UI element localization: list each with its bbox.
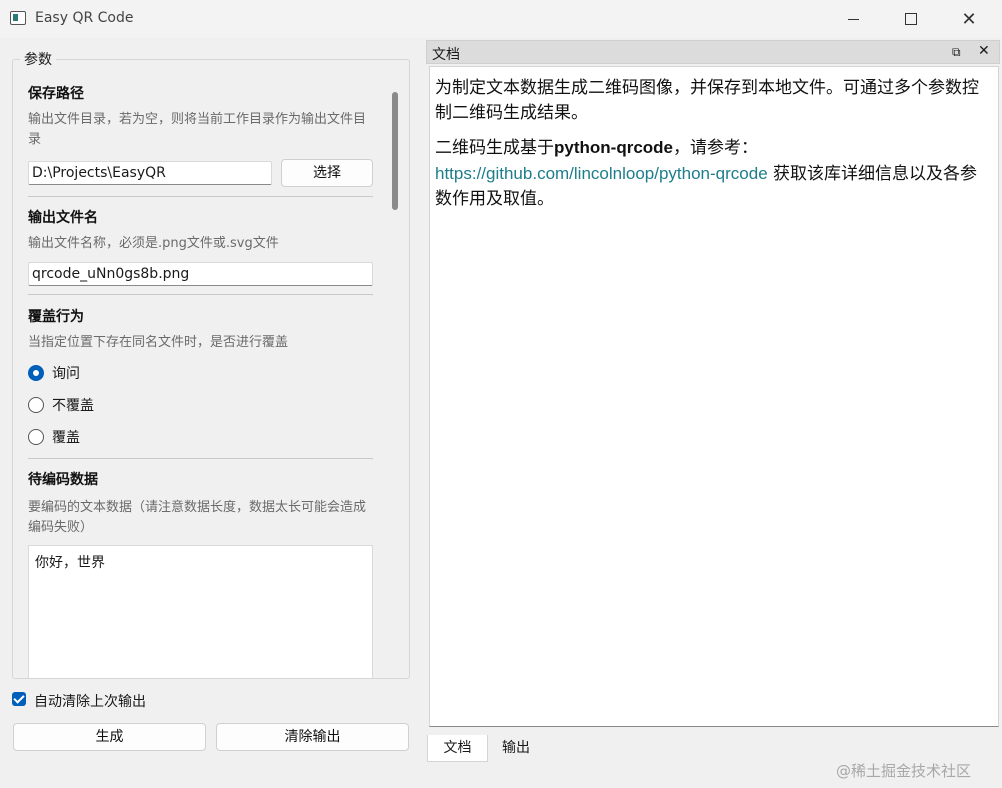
auto-clear-checkbox[interactable] [12, 692, 26, 706]
radio-checked-icon [28, 365, 44, 381]
data-textarea[interactable]: 你好，世界 [28, 545, 373, 678]
choose-path-button[interactable]: 选择 [281, 159, 373, 187]
title-bar: Easy QR Code ✕ [0, 0, 1002, 38]
maximize-icon [905, 13, 917, 25]
auto-clear-label[interactable]: 自动清除上次输出 [34, 691, 146, 711]
filename-title: 输出文件名 [28, 210, 98, 226]
dock-title-bar[interactable] [426, 40, 1000, 64]
radio-ask-label: 询问 [52, 366, 80, 382]
doc-paragraph-1: 为制定文本数据生成二维码图像，并保存到本地文件。可通过多个参数控制二维码生成结果… [435, 78, 979, 123]
watermark: @稀土掘金技术社区 [836, 762, 972, 780]
save-path-title: 保存路径 [28, 86, 84, 102]
tab-doc[interactable]: 文档 [427, 735, 488, 762]
doc-paragraph-2: 二维码生成基于python-qrcode，请参考： https://github.… [435, 135, 993, 212]
minimize-button[interactable] [830, 0, 876, 38]
radio-unchecked-icon [28, 429, 44, 445]
minimize-icon [847, 18, 859, 20]
radio-no-overwrite-label: 不覆盖 [52, 398, 94, 414]
save-path-desc: 输出文件目录，若为空，则将当前工作目录作为输出文件目录 [28, 112, 367, 147]
divider [28, 294, 373, 295]
dock-title: 文档 [432, 47, 460, 63]
filename-desc: 输出文件名称，必须是.png文件或.svg文件 [28, 236, 279, 251]
data-title: 待编码数据 [28, 472, 98, 488]
close-window-button[interactable]: ✕ [946, 0, 992, 38]
data-desc: 要编码的文本数据（请注意数据长度，数据太长可能会造成编码失败） [28, 500, 367, 535]
radio-ask[interactable]: 询问 [28, 362, 228, 384]
save-path-input[interactable]: D:\Projects\EasyQR [28, 161, 272, 185]
doc-link[interactable]: https://github.com/lincolnloop/python-qr… [435, 164, 768, 183]
close-icon: ✕ [961, 8, 977, 30]
radio-no-overwrite[interactable]: 不覆盖 [28, 394, 228, 416]
clear-output-button[interactable]: 清除输出 [216, 723, 409, 751]
dock-float-icon[interactable]: ⧉ [952, 45, 964, 59]
doc-para2-prefix: 二维码生成基于 [435, 138, 554, 158]
window-title: Easy QR Code [35, 10, 134, 26]
params-scrollbar[interactable] [392, 92, 398, 210]
overwrite-desc: 当指定位置下存在同名文件时，是否进行覆盖 [28, 335, 289, 350]
radio-overwrite[interactable]: 覆盖 [28, 426, 228, 448]
divider [28, 458, 373, 459]
doc-library-name: python-qrcode [554, 138, 673, 157]
divider [28, 196, 373, 197]
radio-overwrite-label: 覆盖 [52, 430, 80, 446]
filename-input[interactable]: qrcode_uNn0gs8b.png [28, 262, 373, 286]
overwrite-title: 覆盖行为 [28, 309, 84, 325]
generate-button[interactable]: 生成 [13, 723, 206, 751]
app-icon [10, 11, 26, 25]
doc-para2-mid: ，请参考： [673, 138, 758, 158]
dock-close-icon[interactable]: ✕ [978, 43, 990, 59]
radio-unchecked-icon [28, 397, 44, 413]
maximize-button[interactable] [888, 0, 934, 38]
params-group-title: 参数 [20, 49, 56, 69]
params-scroll-area[interactable]: 保存路径 输出文件目录，若为空，则将当前工作目录作为输出文件目录 D:\Proj… [13, 70, 397, 678]
tab-output[interactable]: 输出 [488, 735, 544, 762]
